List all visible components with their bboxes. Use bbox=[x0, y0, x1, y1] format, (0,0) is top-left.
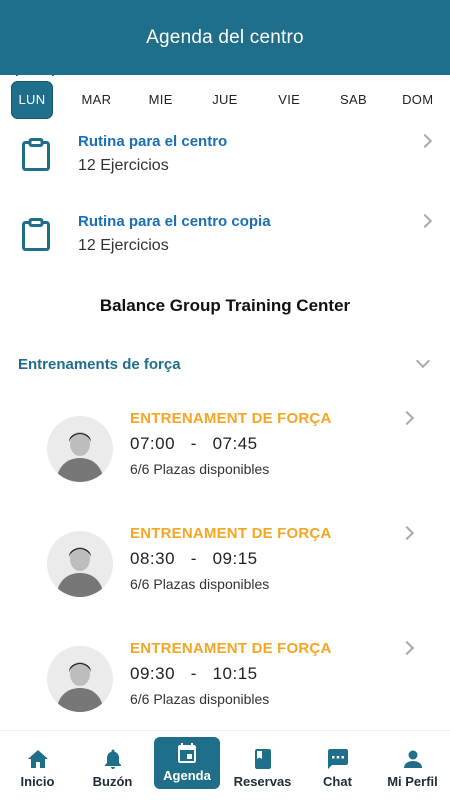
page-title: Agenda del centro bbox=[146, 26, 304, 48]
session-title: ENTRENAMENT DE FORÇA bbox=[130, 410, 332, 427]
bottom-tab-bar: Inicio Buzón Agenda Reservas Chat Mi Per… bbox=[0, 730, 450, 800]
routine-item[interactable]: Rutina para el centro copia 12 Ejercicio… bbox=[0, 210, 450, 280]
session-item[interactable]: ENTRENAMENT DE FORÇA 09:30 - 10:15 6/6 P… bbox=[0, 640, 450, 740]
available-places: 6/6 Plazas disponibles bbox=[130, 691, 270, 707]
chevron-right-icon bbox=[399, 525, 415, 541]
tab-inicio[interactable]: Inicio bbox=[0, 737, 75, 795]
routine-item[interactable]: Rutina para el centro 12 Ejercicios bbox=[0, 130, 450, 200]
avatar bbox=[47, 416, 113, 482]
day-tab-vie[interactable]: VIE bbox=[257, 81, 321, 119]
available-places: 6/6 Plazas disponibles bbox=[130, 461, 270, 477]
bell-icon bbox=[104, 749, 121, 769]
tab-buzon[interactable]: Buzón bbox=[75, 737, 150, 795]
tab-label: Mi Perfil bbox=[387, 774, 438, 789]
session-time: 08:30 - 09:15 bbox=[130, 549, 258, 569]
scroll-peek-clipboard-icon bbox=[16, 66, 54, 76]
end-time: 09:15 bbox=[212, 549, 258, 568]
chevron-down-icon bbox=[415, 353, 431, 369]
chevron-right-icon bbox=[399, 410, 415, 426]
tab-label: Agenda bbox=[163, 768, 211, 783]
calendar-icon bbox=[178, 743, 196, 763]
start-time: 09:30 bbox=[130, 664, 176, 683]
time-separator: - bbox=[190, 549, 197, 568]
user-avatar-icon bbox=[47, 416, 113, 482]
chevron-right-icon bbox=[417, 133, 433, 149]
tab-label: Reservas bbox=[233, 774, 292, 789]
session-title: ENTRENAMENT DE FORÇA bbox=[130, 640, 332, 657]
tab-agenda[interactable]: Agenda bbox=[154, 737, 220, 789]
tab-label: Chat bbox=[323, 774, 352, 789]
tab-chat[interactable]: Chat bbox=[300, 737, 375, 795]
home-icon bbox=[27, 750, 48, 768]
day-tab-mie[interactable]: MIE bbox=[129, 81, 193, 119]
chat-icon bbox=[327, 749, 348, 769]
time-separator: - bbox=[190, 664, 197, 683]
clipboard-icon bbox=[22, 138, 50, 171]
session-time: 09:30 - 10:15 bbox=[130, 664, 258, 684]
clipboard-icon bbox=[22, 218, 50, 251]
person-icon bbox=[403, 750, 422, 768]
session-time: 07:00 - 07:45 bbox=[130, 434, 258, 454]
tab-reservas[interactable]: Reservas bbox=[225, 737, 300, 795]
center-name: Balance Group Training Center bbox=[99, 296, 351, 315]
day-tab-dom[interactable]: DOM bbox=[386, 81, 450, 119]
time-separator: - bbox=[190, 434, 197, 453]
session-item[interactable]: ENTRENAMENT DE FORÇA 07:00 - 07:45 6/6 P… bbox=[0, 410, 450, 510]
tab-label: Buzón bbox=[92, 774, 133, 789]
end-time: 07:45 bbox=[212, 434, 258, 453]
tab-mi-perfil[interactable]: Mi Perfil bbox=[375, 737, 450, 795]
routine-title: Rutina para el centro copia bbox=[78, 213, 271, 230]
user-avatar-icon bbox=[47, 531, 113, 597]
session-item[interactable]: ENTRENAMENT DE FORÇA 08:30 - 09:15 6/6 P… bbox=[0, 525, 450, 625]
session-title: ENTRENAMENT DE FORÇA bbox=[130, 525, 332, 542]
avatar bbox=[47, 646, 113, 712]
day-tab-jue[interactable]: JUE bbox=[193, 81, 257, 119]
day-selector: LUN MAR MIE JUE VIE SAB DOM bbox=[0, 80, 450, 120]
routine-subtitle: 12 Ejercicios bbox=[78, 157, 169, 174]
avatar bbox=[47, 531, 113, 597]
user-avatar-icon bbox=[47, 646, 113, 712]
routine-subtitle: 12 Ejercicios bbox=[78, 237, 169, 254]
book-icon bbox=[254, 749, 271, 769]
day-tab-lun[interactable]: LUN bbox=[11, 81, 53, 119]
tab-label: Inicio bbox=[20, 774, 55, 789]
start-time: 07:00 bbox=[130, 434, 176, 453]
routine-title: Rutina para el centro bbox=[78, 133, 228, 150]
section-label: Entrenaments de força bbox=[18, 356, 181, 373]
end-time: 10:15 bbox=[212, 664, 258, 683]
day-tab-sab[interactable]: SAB bbox=[321, 81, 385, 119]
chevron-right-icon bbox=[417, 213, 433, 229]
start-time: 08:30 bbox=[130, 549, 176, 568]
available-places: 6/6 Plazas disponibles bbox=[130, 576, 270, 592]
app-header: Agenda del centro bbox=[0, 0, 450, 75]
section-header-strength[interactable]: Entrenaments de força bbox=[0, 352, 450, 380]
day-tab-mar[interactable]: MAR bbox=[64, 81, 128, 119]
chevron-right-icon bbox=[399, 640, 415, 656]
